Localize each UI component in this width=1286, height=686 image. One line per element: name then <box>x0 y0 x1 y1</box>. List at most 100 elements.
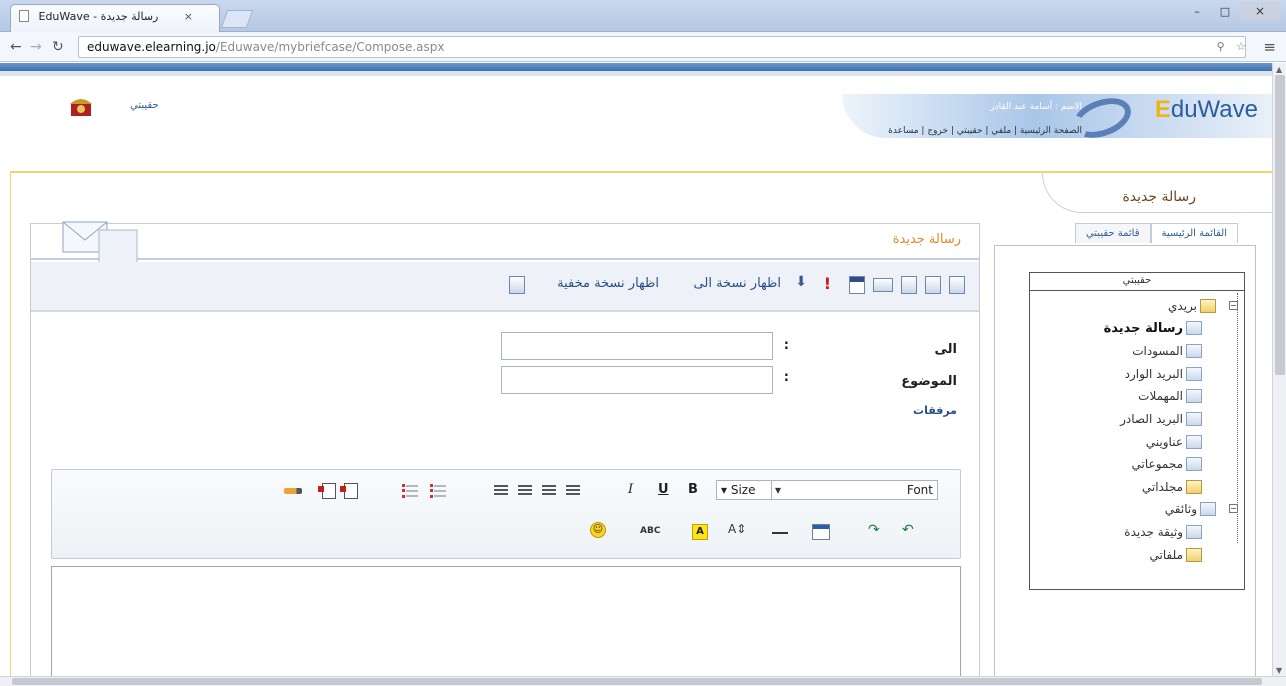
align-left-icon[interactable] <box>566 485 580 497</box>
address-book-icon[interactable] <box>949 276 965 294</box>
horizontal-scrollbar[interactable] <box>0 676 1286 686</box>
browser-tab[interactable]: EduWave - رسالة جديدة × <box>10 4 220 32</box>
briefcase-tree: حقيبتي − بريدي رسالة جديدة المسودات البريد ا… <box>1029 272 1245 590</box>
tree-item-label: بريدي <box>1168 299 1197 313</box>
pencil-icon[interactable] <box>284 488 302 494</box>
insert-table-icon[interactable] <box>812 524 830 540</box>
font-select-label[interactable]: Font <box>907 483 933 497</box>
to-input[interactable] <box>501 332 773 360</box>
tree-item-label: ملفاتي <box>1149 547 1183 562</box>
browser-menu-icon[interactable]: ≡ <box>1263 38 1276 56</box>
vertical-scroll-thumb[interactable] <box>1275 75 1285 375</box>
indent-icon[interactable] <box>318 483 336 499</box>
size-select-label[interactable]: ▾ Size <box>721 483 755 497</box>
font-size-select[interactable]: ▾ Size ▾ Font <box>716 480 938 500</box>
subject-label: الموضوع <box>901 374 957 389</box>
back-icon[interactable]: ← <box>10 39 22 55</box>
omnibox-actions-icon[interactable]: ⚲ ☆ <box>1217 40 1250 53</box>
tab-title: EduWave - رسالة جديدة <box>38 10 159 23</box>
editor-toolbar: ▾ Size ▾ Font B U I ↶ ↷ A⇕ A ABC ☺ <box>51 469 961 559</box>
tab-main-menu[interactable]: القائمة الرئيسية <box>1150 223 1238 243</box>
save-icon[interactable] <box>849 276 865 294</box>
high-priority-icon[interactable]: ! <box>824 274 831 293</box>
show-cc-link[interactable]: اظهار نسخة الى <box>694 276 781 291</box>
top-strip <box>0 63 1272 71</box>
tree-item-label: وثيقة جديدة <box>1124 524 1183 539</box>
spellcheck-icon[interactable]: ABC <box>640 526 660 536</box>
page-title: رسالة جديدة <box>1122 189 1196 205</box>
select-recipients-icon[interactable] <box>925 276 941 294</box>
numbered-list-icon[interactable] <box>430 484 446 498</box>
tree-item[interactable]: رسالة جديدة <box>1030 318 1238 341</box>
close-window-button[interactable]: × <box>1240 2 1280 20</box>
show-bcc-link[interactable]: اظهار نسخة مخفية <box>557 276 659 291</box>
smiley-icon[interactable]: ☺ <box>590 522 606 538</box>
align-right-icon[interactable] <box>518 485 532 497</box>
attach-file-icon[interactable] <box>509 276 525 294</box>
send-icon[interactable] <box>873 278 893 292</box>
scroll-down-icon[interactable]: ▼ <box>1276 666 1282 675</box>
horizontal-rule-icon[interactable] <box>772 532 788 534</box>
tree-item[interactable]: مجموعاتي <box>1030 453 1238 476</box>
horizontal-scroll-thumb[interactable] <box>12 678 1262 685</box>
briefcase-link[interactable]: حقيبتي <box>130 100 159 111</box>
scroll-up-icon[interactable]: ▲ <box>1276 65 1282 74</box>
redo-icon[interactable]: ↷ <box>868 522 880 538</box>
item-icon <box>1186 366 1202 381</box>
item-icon <box>1186 320 1202 335</box>
tree-item[interactable]: ملفاتي <box>1030 544 1238 567</box>
groups-icon[interactable] <box>901 276 917 294</box>
message-body-editor[interactable] <box>51 566 961 677</box>
tree-item-label: المسودات <box>1132 344 1183 359</box>
minimize-button[interactable]: – <box>1184 2 1210 20</box>
tree-item[interactable]: − بريدي <box>1030 295 1238 318</box>
tree-item[interactable]: المهملات <box>1030 385 1238 408</box>
url-domain: eduwave.elearning.jo <box>87 40 216 54</box>
maximize-button[interactable]: □ <box>1212 2 1238 20</box>
low-priority-icon[interactable]: ⬇ <box>795 274 807 290</box>
tree-item[interactable]: البريد الصادر <box>1030 408 1238 431</box>
tree-item-label: وثائقي <box>1164 502 1197 517</box>
align-justify-icon[interactable] <box>494 485 508 497</box>
tree-item-label: البريد الوارد <box>1124 366 1183 381</box>
tab-briefcase-menu[interactable]: قائمة حقيبتي <box>1074 223 1151 243</box>
eduwave-logo[interactable]: EduWave <box>1155 96 1258 124</box>
tab-close-icon[interactable]: × <box>184 10 193 23</box>
tree-expander-icon[interactable]: − <box>1229 301 1238 310</box>
bulleted-list-icon[interactable] <box>402 484 418 498</box>
vertical-scrollbar[interactable]: ▲ ▼ <box>1272 63 1286 677</box>
site-header: EduWave الاسم : أسامة عبد القادر الصفحة … <box>0 76 1272 156</box>
page-icon <box>19 10 29 22</box>
tree-item-label: البريد الصادر <box>1120 411 1183 426</box>
header-links[interactable]: الصفحة الرئيسية | ملفي | حقيبتي | خروج |… <box>888 126 1082 136</box>
url-path: /Eduwave/mybriefcase/Compose.aspx <box>215 40 445 54</box>
forward-icon[interactable]: → <box>30 39 42 55</box>
tree-item-label: رسالة جديدة <box>1103 320 1183 336</box>
italic-button[interactable]: I <box>628 482 633 497</box>
tree-item[interactable]: عناويني <box>1030 431 1238 454</box>
tree-item-label: مجموعاتي <box>1131 457 1183 472</box>
bold-button[interactable]: B <box>688 482 698 497</box>
undo-icon[interactable]: ↶ <box>902 522 914 538</box>
reload-icon[interactable]: ↻ <box>52 39 64 55</box>
font-dropdown-icon[interactable]: ▾ <box>775 483 781 497</box>
tree-item[interactable]: وثيقة جديدة <box>1030 521 1238 544</box>
url-input[interactable]: eduwave.elearning.jo/Eduwave/mybriefcase… <box>78 36 1246 58</box>
highlight-icon[interactable]: A <box>692 524 708 540</box>
attachments-link[interactable]: مرفقات <box>913 404 957 417</box>
tree-item[interactable]: البريد الوارد <box>1030 363 1238 386</box>
tree-item[interactable]: مجلداتي <box>1030 476 1238 499</box>
underline-button[interactable]: U <box>658 482 669 497</box>
folder-icon <box>1186 479 1202 494</box>
align-center-icon[interactable] <box>542 485 556 497</box>
browser-tab-bar: EduWave - رسالة جديدة × – □ × <box>0 0 1286 32</box>
tree-item[interactable]: المسودات <box>1030 340 1238 363</box>
compose-panel: رسالة جديدة ! ⬇ اظهار نسخة الى اظهار نسخ… <box>30 221 980 677</box>
subject-input[interactable] <box>501 366 773 394</box>
tree-expander-icon[interactable]: − <box>1229 504 1238 514</box>
tree-item[interactable]: − وثائقي <box>1030 498 1238 521</box>
font-size-icon[interactable]: A⇕ <box>728 522 746 536</box>
item-icon <box>1186 344 1202 359</box>
new-tab-button[interactable] <box>220 10 254 28</box>
outdent-icon[interactable] <box>340 483 358 499</box>
